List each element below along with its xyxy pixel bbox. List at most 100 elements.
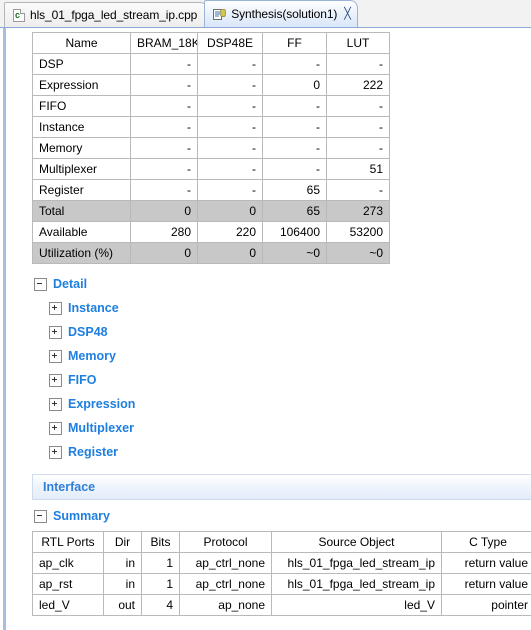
cell-name: Total <box>32 200 131 222</box>
table-row: Expression - - 0 222 <box>32 74 390 96</box>
plus-icon[interactable] <box>49 349 62 363</box>
cell-ff: ~0 <box>262 242 327 264</box>
tree-label-dsp48[interactable]: DSP48 <box>68 325 108 339</box>
table-row: DSP - - - - <box>32 53 390 75</box>
cell-lut: ~0 <box>326 242 390 264</box>
table-row-available: Available 280 220 106400 53200 <box>32 221 390 243</box>
cell-ff: - <box>262 95 327 117</box>
tree-label-expression[interactable]: Expression <box>68 397 135 411</box>
table-row: FIFO - - - - <box>32 95 390 117</box>
tree-node-instance[interactable]: Instance <box>3 296 531 320</box>
cell-ff: 0 <box>262 74 327 96</box>
cell-ff: 65 <box>262 179 327 201</box>
interface-section-banner: Interface <box>32 474 531 500</box>
tree-label-multiplexer[interactable]: Multiplexer <box>68 421 134 435</box>
synthesis-report-panel: Name BRAM_18K DSP48E FF LUT DSP - - - - … <box>0 28 531 630</box>
column-header-lut: LUT <box>326 32 390 54</box>
column-header-source-object: Source Object <box>271 531 442 553</box>
tab-label: Synthesis(solution1) <box>231 7 338 21</box>
editor-tab-bar: hls_01_fpga_led_stream_ip.cpp Synthesis(… <box>0 0 531 28</box>
cell-bram: 0 <box>130 242 198 264</box>
cell-dsp: - <box>197 53 263 75</box>
plus-icon[interactable] <box>49 301 62 315</box>
cell-bram: - <box>130 74 198 96</box>
cell-lut: - <box>326 179 390 201</box>
tree-node-fifo[interactable]: FIFO <box>3 368 531 392</box>
detail-tree: Detail Instance DSP48 Memory FIFO Expres… <box>3 272 531 464</box>
cell-bram: - <box>130 179 198 201</box>
table-row: Memory - - - - <box>32 137 390 159</box>
close-icon[interactable]: ╳ <box>344 8 351 20</box>
minus-icon[interactable] <box>34 277 47 291</box>
cell-ff: - <box>262 53 327 75</box>
plus-icon[interactable] <box>49 421 62 435</box>
cell-dir: in <box>103 552 142 574</box>
plus-icon[interactable] <box>49 445 62 459</box>
tree-label-memory[interactable]: Memory <box>68 349 116 363</box>
cell-name: Utilization (%) <box>32 242 131 264</box>
tree-node-multiplexer[interactable]: Multiplexer <box>3 416 531 440</box>
report-icon <box>213 8 226 21</box>
cell-rtl-port: ap_clk <box>32 552 104 574</box>
cell-dsp: 220 <box>197 221 263 243</box>
cell-lut: 273 <box>326 200 390 222</box>
minus-icon[interactable] <box>34 509 47 523</box>
cell-bram: 0 <box>130 200 198 222</box>
table-header-row: RTL Ports Dir Bits Protocol Source Objec… <box>32 531 531 553</box>
plus-icon[interactable] <box>49 397 62 411</box>
cell-dsp: - <box>197 137 263 159</box>
cell-name: Expression <box>32 74 131 96</box>
cell-dsp: 0 <box>197 200 263 222</box>
cell-ff: 65 <box>262 200 327 222</box>
c-file-icon <box>13 8 25 22</box>
column-header-dsp48e: DSP48E <box>197 32 263 54</box>
column-header-rtl-ports: RTL Ports <box>32 531 104 553</box>
tree-node-dsp48[interactable]: DSP48 <box>3 320 531 344</box>
cell-name: Memory <box>32 137 131 159</box>
tree-node-register[interactable]: Register <box>3 440 531 464</box>
cell-rtl-port: ap_rst <box>32 573 104 595</box>
cell-bram: - <box>130 95 198 117</box>
cell-ff: - <box>262 137 327 159</box>
tree-label-instance[interactable]: Instance <box>68 301 119 315</box>
cell-ff: - <box>262 158 327 180</box>
tree-node-detail[interactable]: Detail <box>3 272 531 296</box>
cell-dsp: 0 <box>197 242 263 264</box>
plus-icon[interactable] <box>49 373 62 387</box>
cell-lut: 53200 <box>326 221 390 243</box>
table-row: ap_rst in 1 ap_ctrl_none hls_01_fpga_led… <box>32 573 531 595</box>
cell-name: Available <box>32 221 131 243</box>
tree-label-fifo[interactable]: FIFO <box>68 373 96 387</box>
tab-hls-cpp-file[interactable]: hls_01_fpga_led_stream_ip.cpp <box>4 2 209 27</box>
tree-node-summary[interactable]: Summary <box>3 504 531 528</box>
table-row-total: Total 0 0 65 273 <box>32 200 390 222</box>
cell-dsp: - <box>197 116 263 138</box>
tree-label-register[interactable]: Register <box>68 445 118 459</box>
cell-c-type: return value <box>441 573 531 595</box>
table-row: ap_clk in 1 ap_ctrl_none hls_01_fpga_led… <box>32 552 531 574</box>
cell-dir: in <box>103 573 142 595</box>
tree-node-expression[interactable]: Expression <box>3 392 531 416</box>
cell-protocol: ap_none <box>179 594 272 616</box>
cell-dir: out <box>103 594 142 616</box>
interface-summary-table: RTL Ports Dir Bits Protocol Source Objec… <box>32 531 531 616</box>
cell-dsp: - <box>197 179 263 201</box>
cell-name: FIFO <box>32 95 131 117</box>
cell-name: DSP <box>32 53 131 75</box>
cell-ff: - <box>262 116 327 138</box>
tree-label-detail[interactable]: Detail <box>53 277 87 291</box>
cell-bits: 1 <box>141 552 180 574</box>
cell-bits: 4 <box>141 594 180 616</box>
tree-label-summary[interactable]: Summary <box>53 509 110 523</box>
utilization-estimates-table: Name BRAM_18K DSP48E FF LUT DSP - - - - … <box>32 32 390 264</box>
cell-lut: - <box>326 53 390 75</box>
plus-icon[interactable] <box>49 325 62 339</box>
cell-name: Multiplexer <box>32 158 131 180</box>
tab-bar-filler <box>354 0 531 27</box>
tab-synthesis-solution1[interactable]: Synthesis(solution1) ╳ <box>204 0 358 27</box>
cell-dsp: - <box>197 95 263 117</box>
cell-dsp: - <box>197 74 263 96</box>
section-title-interface: Interface <box>43 480 96 494</box>
cell-c-type: return value <box>441 552 531 574</box>
tree-node-memory[interactable]: Memory <box>3 344 531 368</box>
